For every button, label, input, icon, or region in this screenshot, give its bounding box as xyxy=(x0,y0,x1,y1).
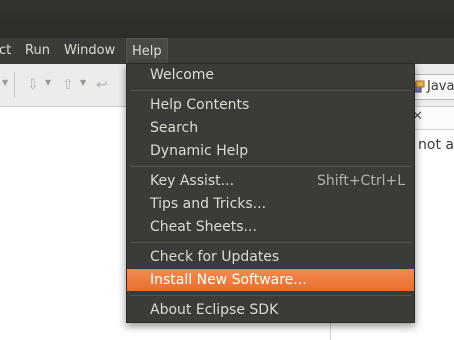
menu-item-dynamic-help[interactable]: Dynamic Help xyxy=(127,140,414,162)
menu-item-key-assist[interactable]: Key Assist... Shift+Ctrl+L xyxy=(127,170,414,192)
next-annotation-icon[interactable]: ⇩ xyxy=(27,76,39,94)
prev-annotation-menu-icon[interactable]: ▼ xyxy=(80,78,86,87)
menu-separator xyxy=(130,295,411,296)
menu-item-check-for-updates[interactable]: Check for Updates xyxy=(127,246,414,268)
menu-separator xyxy=(130,242,411,243)
menu-item-label: Search xyxy=(150,120,199,136)
outline-status-text: not av xyxy=(418,137,454,153)
help-menu-dropdown: Welcome Help Contents Search Dynamic Help Ke… xyxy=(126,63,415,323)
menu-help[interactable]: Help xyxy=(126,38,168,64)
java-perspective-label: Java xyxy=(427,79,454,94)
prev-annotation-icon[interactable]: ⇧ xyxy=(62,76,74,94)
next-annotation-menu-icon[interactable]: ▼ xyxy=(45,78,51,87)
menu-item-about-eclipse-sdk[interactable]: About Eclipse SDK xyxy=(127,299,414,321)
menu-project[interactable]: ct xyxy=(0,38,16,64)
menu-run[interactable]: Run xyxy=(20,38,55,64)
menu-separator xyxy=(130,166,411,167)
menu-item-tips-and-tricks[interactable]: Tips and Tricks... xyxy=(127,193,414,215)
menu-item-install-new-software[interactable]: Install New Software... xyxy=(127,269,414,291)
menu-item-label: Cheat Sheets... xyxy=(150,219,257,235)
menu-item-label: About Eclipse SDK xyxy=(150,302,279,318)
menubar: ct Run Window Help xyxy=(0,38,454,64)
dropdown-arrow-icon[interactable]: ▼ xyxy=(2,78,8,87)
menu-item-label: Welcome xyxy=(150,67,215,83)
menu-item-label: Tips and Tricks... xyxy=(150,196,267,212)
menu-window[interactable]: Window xyxy=(59,38,120,64)
menu-item-label: Dynamic Help xyxy=(150,143,249,159)
menu-item-search[interactable]: Search xyxy=(127,117,414,139)
menu-separator xyxy=(130,90,411,91)
window-titlebar xyxy=(0,0,454,38)
menu-item-label: Install New Software... xyxy=(150,272,307,288)
toolbar-separator xyxy=(14,72,15,98)
menu-item-label: Check for Updates xyxy=(150,249,280,265)
menu-item-label: Key Assist... xyxy=(150,173,235,189)
menu-item-cheat-sheets[interactable]: Cheat Sheets... xyxy=(127,216,414,238)
menu-item-label: Help Contents xyxy=(150,97,250,113)
menu-item-shortcut: Shift+Ctrl+L xyxy=(317,173,405,189)
menu-item-welcome[interactable]: Welcome xyxy=(127,64,414,86)
back-icon[interactable]: ↩ xyxy=(96,76,108,94)
menu-item-help-contents[interactable]: Help Contents xyxy=(127,94,414,116)
